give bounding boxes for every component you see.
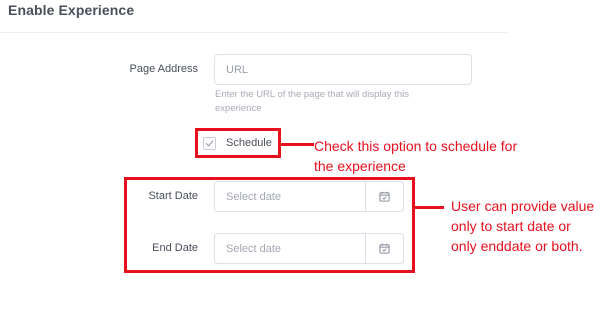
page-title: Enable Experience bbox=[8, 2, 135, 18]
schedule-highlight-box bbox=[195, 128, 281, 158]
schedule-annotation-line-2: the experience bbox=[314, 158, 406, 174]
page-address-placeholder: URL bbox=[226, 63, 249, 76]
page-address-input[interactable]: URL bbox=[214, 54, 472, 85]
schedule-annotation-line-1: Check this option to schedule for bbox=[314, 138, 518, 154]
dates-annotation-text: User can provide value only to start dat… bbox=[451, 196, 594, 256]
dates-annotation-line-2: only to start date or bbox=[451, 218, 571, 234]
page-address-help-line-1: Enter the URL of the page that will disp… bbox=[215, 89, 409, 100]
page-address-help-line-2: experience bbox=[215, 103, 262, 114]
schedule-annotation-text: Check this option to schedule for the ex… bbox=[314, 136, 517, 176]
dates-annotation-line-1: User can provide value bbox=[451, 198, 595, 214]
dates-highlight-box bbox=[124, 177, 415, 273]
dates-annotation-line-3: only enddate or both. bbox=[451, 238, 583, 254]
schedule-annotation-connector bbox=[281, 143, 314, 146]
page-address-label: Page Address bbox=[129, 63, 199, 75]
page-address-help-text: Enter the URL of the page that will disp… bbox=[215, 88, 445, 116]
dates-annotation-connector bbox=[415, 206, 444, 209]
title-divider bbox=[0, 32, 508, 33]
